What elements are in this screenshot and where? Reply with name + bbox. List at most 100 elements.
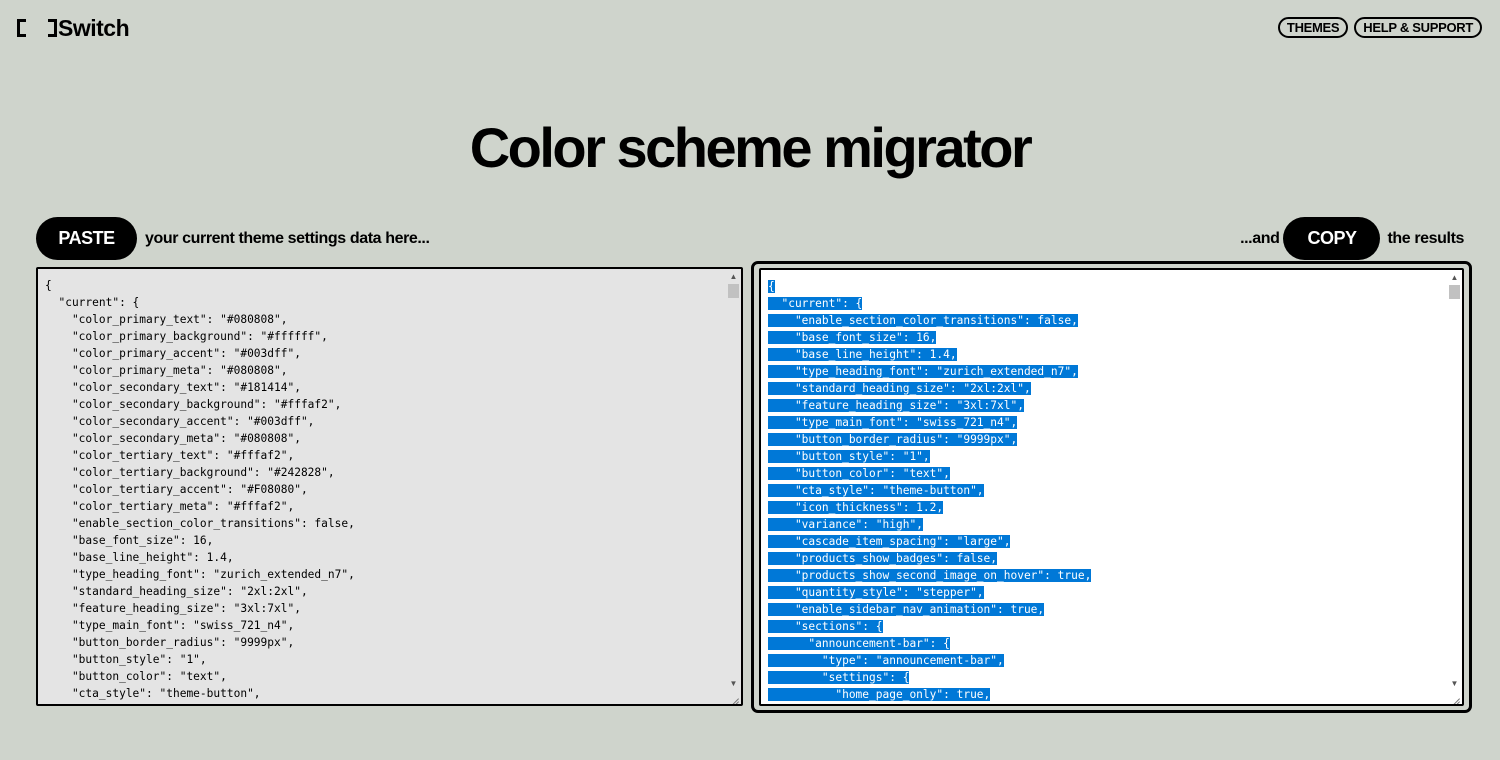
resize-grip-icon[interactable] <box>1449 691 1461 703</box>
code-line: "color_primary_meta": "#080808", <box>45 362 355 379</box>
copy-button[interactable]: COPY <box>1283 217 1381 260</box>
code-line: "current": { <box>45 294 355 311</box>
code-line-text: "feature_heading_size": "3xl:7xl", <box>768 399 1024 412</box>
code-line: "products_show_second_image_on_hover": t… <box>768 567 1092 584</box>
code-line: "base_line_height": 1.4, <box>45 549 355 566</box>
code-line-text: "button_border_radius": "9999px", <box>45 636 295 649</box>
code-line: "icon_thickness": 1.2, <box>768 499 1091 516</box>
code-line-text: "products_show_badges": false, <box>768 552 998 565</box>
code-line: { <box>768 278 1091 295</box>
code-line: "color_secondary_background": "#fffaf2", <box>45 396 355 413</box>
copy-row: ...and COPY the results <box>1240 217 1464 260</box>
code-line: "enable_section_color_transitions": fals… <box>768 312 1091 329</box>
paste-row: PASTE your current theme settings data h… <box>36 217 430 260</box>
code-line-text: "base_line_height": 1.4, <box>768 348 957 361</box>
code-line-text: "variance": "high", <box>768 518 923 531</box>
code-line-text: "current": { <box>768 297 863 310</box>
code-line-text: "color_tertiary_background": "#242828", <box>45 466 335 479</box>
code-line: "color_secondary_accent": "#003dff", <box>45 413 355 430</box>
code-line: { <box>45 277 355 294</box>
output-textarea[interactable]: { "current": { "enable_section_color_tra… <box>759 268 1464 706</box>
code-line: "cta_style": "theme-button", <box>768 482 1091 499</box>
logo[interactable]: Switch <box>17 14 130 42</box>
code-line-text: "type": "announcement-bar", <box>768 654 1004 667</box>
scroll-down-icon[interactable]: ▼ <box>1447 676 1462 690</box>
code-line: "type_heading_font": "zurich_extended_n7… <box>768 363 1091 380</box>
code-line: "color_tertiary_meta": "#fffaf2", <box>45 498 355 515</box>
code-line-text: "color_tertiary_meta": "#fffaf2", <box>45 500 295 513</box>
code-line-text: "standard_heading_size": "2xl:2xl", <box>768 382 1031 395</box>
output-focus-frame: { "current": { "enable_section_color_tra… <box>751 261 1472 713</box>
paste-instruction: your current theme settings data here... <box>145 229 430 247</box>
code-line-text: "button_color": "text", <box>768 467 950 480</box>
code-line-text: "color_secondary_text": "#181414", <box>45 381 301 394</box>
code-line: "enable_sidebar_nav_animation": true, <box>768 601 1091 618</box>
code-line: "home_page_only": true, <box>768 686 1091 703</box>
code-line-text: "cascade_item_spacing": "large", <box>768 535 1011 548</box>
code-line: "enable_section_color_transitions": fals… <box>45 515 355 532</box>
code-line-text: "color_tertiary_accent": "#F08080", <box>45 483 308 496</box>
scroll-down-icon[interactable]: ▼ <box>726 676 741 690</box>
code-line-text: "color_secondary_accent": "#003dff", <box>45 415 315 428</box>
nav-themes-button[interactable]: THEMES <box>1277 17 1349 38</box>
code-line: "feature_heading_size": "3xl:7xl", <box>768 397 1091 414</box>
scroll-thumb[interactable] <box>1449 285 1460 299</box>
code-line-text: "color_secondary_background": "#fffaf2", <box>45 398 342 411</box>
code-line: "color_secondary_meta": "#080808", <box>45 430 355 447</box>
code-line-text: "button_color": "text", <box>45 670 227 683</box>
output-scrollbar[interactable]: ▲ ▼ <box>1447 270 1462 704</box>
code-line-text: "feature_heading_size": "3xl:7xl", <box>45 602 301 615</box>
input-code: { "current": { "color_primary_text": "#0… <box>45 277 355 702</box>
code-line: "quantity_style": "stepper", <box>768 584 1091 601</box>
code-line-text: "type_main_font": "swiss_721_n4", <box>45 619 295 632</box>
paste-button[interactable]: PASTE <box>36 217 137 260</box>
code-line-text: "color_primary_text": "#080808", <box>45 313 288 326</box>
and-text: ...and <box>1240 229 1280 247</box>
code-line: "products_show_badges": false, <box>768 550 1091 567</box>
code-line-text: "announcement-bar": { <box>768 637 950 650</box>
code-line-text: "home_page_only": true, <box>768 688 991 701</box>
code-line: "color_primary_accent": "#003dff", <box>45 345 355 362</box>
code-line: "sections": { <box>768 618 1091 635</box>
code-line-text: "products_show_second_image_on_hover": t… <box>768 569 1092 582</box>
code-line: "type_main_font": "swiss_721_n4", <box>45 617 355 634</box>
resize-grip-icon[interactable] <box>728 691 740 703</box>
code-line: "base_font_size": 16, <box>768 329 1091 346</box>
code-line: "color_primary_background": "#ffffff", <box>45 328 355 345</box>
code-line: "base_font_size": 16, <box>45 532 355 549</box>
code-line: "cta_style": "theme-button", <box>45 685 355 702</box>
code-line: "cascade_item_spacing": "large", <box>768 533 1091 550</box>
scroll-up-icon[interactable]: ▲ <box>1447 270 1462 284</box>
code-line-text: "base_font_size": 16, <box>45 534 214 547</box>
scroll-thumb[interactable] <box>728 284 739 298</box>
page-title: Color scheme migrator <box>469 116 1033 179</box>
logo-text: Switch <box>58 14 130 41</box>
code-line: "color_primary_text": "#080808", <box>45 311 355 328</box>
code-line-text: "sections": { <box>768 620 883 633</box>
code-line-text: "enable_section_color_transitions": fals… <box>45 517 355 530</box>
code-line: "color_tertiary_background": "#242828", <box>45 464 355 481</box>
top-nav: THEMES HELP & SUPPORT <box>1277 17 1482 38</box>
code-line: "base_line_height": 1.4, <box>768 346 1091 363</box>
code-line-text: "color_primary_background": "#ffffff", <box>45 330 328 343</box>
code-line-text: "base_line_height": 1.4, <box>45 551 234 564</box>
logo-brackets-icon <box>17 17 57 39</box>
code-line-text: "color_tertiary_text": "#fffaf2", <box>45 449 295 462</box>
scroll-up-icon[interactable]: ▲ <box>726 269 741 283</box>
nav-help-support-button[interactable]: HELP & SUPPORT <box>1354 17 1482 38</box>
code-line-text: "enable_sidebar_nav_animation": true, <box>768 603 1045 616</box>
code-line: "button_border_radius": "9999px", <box>768 431 1091 448</box>
code-line: "type_main_font": "swiss_721_n4", <box>768 414 1091 431</box>
code-line-text: "color_secondary_meta": "#080808", <box>45 432 301 445</box>
output-code: { "current": { "enable_section_color_tra… <box>768 278 1092 703</box>
input-scrollbar[interactable]: ▲ ▼ <box>726 269 741 704</box>
code-line: "standard_heading_size": "2xl:2xl", <box>768 380 1091 397</box>
code-line-text: "settings": { <box>768 671 910 684</box>
code-line-text: "color_primary_meta": "#080808", <box>45 364 288 377</box>
code-line-text: "cta_style": "theme-button", <box>45 687 261 700</box>
code-line-text: "button_border_radius": "9999px", <box>768 433 1018 446</box>
input-textarea[interactable]: { "current": { "color_primary_text": "#0… <box>36 267 743 706</box>
code-line-text: "type_main_font": "swiss_721_n4", <box>768 416 1018 429</box>
code-line-text: "button_style": "1", <box>768 450 930 463</box>
code-line-text: "standard_heading_size": "2xl:2xl", <box>45 585 308 598</box>
